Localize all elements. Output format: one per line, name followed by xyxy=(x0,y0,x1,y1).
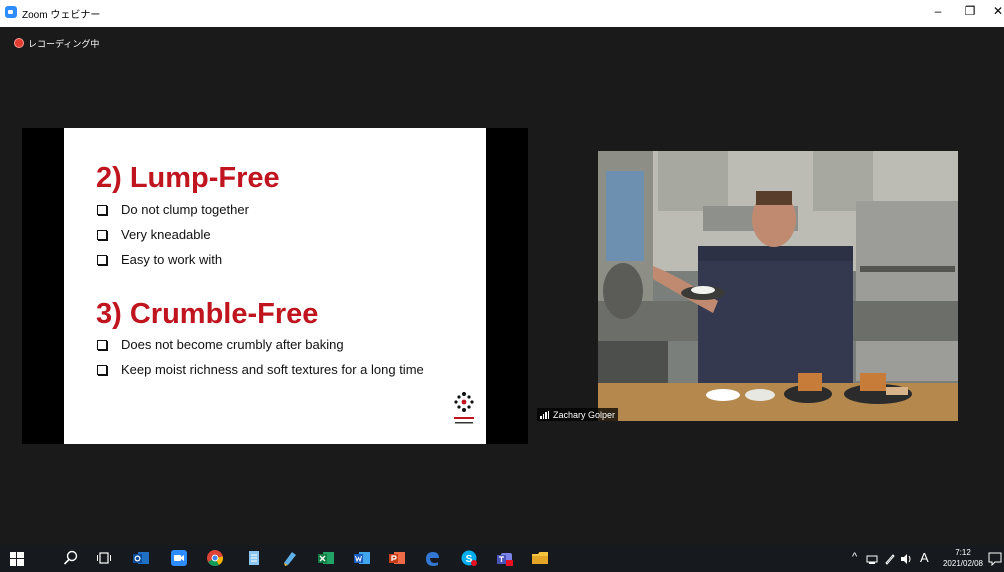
recording-dot-icon xyxy=(14,38,24,48)
recording-indicator[interactable]: レコーディング中 xyxy=(14,36,99,50)
windows-start-icon[interactable] xyxy=(10,552,24,566)
paint-icon[interactable] xyxy=(282,550,298,566)
lump-free-list: Do not clump together Very kneadable Eas… xyxy=(95,202,249,277)
edge-icon[interactable] xyxy=(424,550,440,566)
meeting-area: レコーディング中 2) Lump-Free Do not clump toget… xyxy=(0,27,1004,545)
list-item: Easy to work with xyxy=(95,252,249,277)
excel-icon[interactable] xyxy=(318,550,334,566)
tray-overflow-icon[interactable]: ^ xyxy=(852,551,857,563)
ime-indicator[interactable]: A xyxy=(920,550,929,565)
shared-screen[interactable]: 2) Lump-Free Do not clump together Very … xyxy=(22,128,528,444)
notepad-icon[interactable] xyxy=(246,550,262,566)
network-icon[interactable] xyxy=(866,553,878,565)
list-item: Do not clump together xyxy=(95,202,249,227)
signal-strength-icon xyxy=(540,410,550,419)
crumble-free-list: Does not become crumbly after baking Kee… xyxy=(95,337,424,387)
participant-name-tag: Zachary Golper xyxy=(537,408,619,421)
checkbox-bullet-icon xyxy=(97,365,107,375)
window-title-bar: Zoom ウェビナー – ❐ ✕ xyxy=(0,0,1004,27)
close-button[interactable]: ✕ xyxy=(992,4,1004,18)
zoom-icon[interactable] xyxy=(171,550,187,566)
minimize-button[interactable]: – xyxy=(928,4,948,18)
checkbox-bullet-icon xyxy=(97,230,107,240)
japanese-milk-flour-logo xyxy=(454,392,474,424)
list-item: Does not become crumbly after baking xyxy=(95,337,424,362)
slide-heading-lump-free: 2) Lump-Free xyxy=(96,162,280,194)
clock-date: 2021/02/08 xyxy=(942,559,984,568)
powerpoint-icon[interactable] xyxy=(389,550,405,566)
search-icon[interactable] xyxy=(63,550,79,566)
teams-icon[interactable] xyxy=(497,550,513,566)
window-title: Zoom ウェビナー xyxy=(22,10,101,21)
recording-label: レコーディング中 xyxy=(28,38,100,49)
slide-heading-crumble-free: 3) Crumble-Free xyxy=(96,298,319,330)
participant-name: Zachary Golper xyxy=(553,409,616,420)
chrome-icon[interactable] xyxy=(207,550,223,566)
windows-taskbar: S ^ A 7:12 2021/02/08 xyxy=(0,545,1004,572)
checkbox-bullet-icon xyxy=(97,255,107,265)
checkbox-bullet-icon xyxy=(97,340,107,350)
list-item: Keep moist richness and soft textures fo… xyxy=(95,362,424,387)
task-view-icon[interactable] xyxy=(96,550,112,566)
zoom-app-icon xyxy=(5,6,17,18)
pen-icon[interactable] xyxy=(884,553,896,565)
volume-icon[interactable] xyxy=(900,553,914,565)
presentation-slide: 2) Lump-Free Do not clump together Very … xyxy=(64,128,486,444)
restore-button[interactable]: ❐ xyxy=(960,4,980,18)
notifications-icon[interactable] xyxy=(988,552,1002,566)
list-item: Very kneadable xyxy=(95,227,249,252)
file-explorer-icon[interactable] xyxy=(532,550,548,566)
participant-video[interactable] xyxy=(598,151,958,421)
skype-icon[interactable]: S xyxy=(461,550,477,566)
clock-time: 7:12 xyxy=(955,548,971,557)
checkbox-bullet-icon xyxy=(97,205,107,215)
outlook-icon[interactable] xyxy=(133,550,149,566)
taskbar-clock[interactable]: 7:12 2021/02/08 xyxy=(940,547,986,569)
word-icon[interactable] xyxy=(354,550,370,566)
